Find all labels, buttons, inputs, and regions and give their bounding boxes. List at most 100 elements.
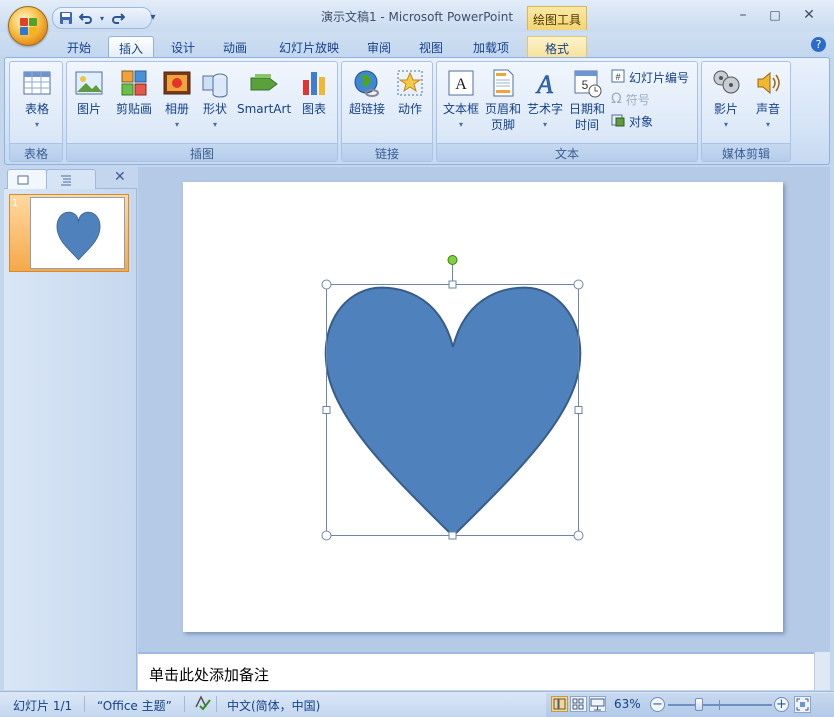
tab-view[interactable]: 视图 [410, 36, 452, 58]
action-label: 动作 [397, 102, 422, 116]
picture-button[interactable]: 图片 [71, 68, 107, 117]
outline-tab[interactable] [46, 169, 96, 189]
tab-addins[interactable]: 加载项 [464, 36, 518, 58]
svg-text:5: 5 [582, 78, 589, 92]
language-indicator[interactable]: 中文(简体，中国) [227, 697, 320, 714]
close-button[interactable]: ✕ [794, 4, 824, 26]
calendar-clock-icon: 5 [572, 68, 602, 98]
symbol-label: 符号 [625, 92, 650, 107]
spellcheck-icon[interactable] [194, 695, 212, 714]
slides-tab[interactable] [7, 169, 47, 189]
zoom-slider-thumb[interactable] [694, 698, 703, 711]
minimize-button[interactable]: – [728, 4, 758, 26]
fit-window-icon [796, 698, 809, 711]
resize-handle-right [574, 406, 583, 414]
slideshow-button[interactable] [589, 696, 606, 712]
heart-shape [324, 286, 582, 538]
tab-format[interactable]: 格式 [527, 36, 587, 58]
help-icon[interactable]: ? [811, 37, 826, 52]
slide-sorter-button[interactable] [570, 696, 587, 712]
hyperlink-button[interactable]: 超链接 [346, 68, 388, 117]
header-footer-label-2: 页脚 [490, 118, 515, 132]
tab-review[interactable]: 审阅 [358, 36, 400, 58]
wordart-button[interactable]: A 艺术字 ▾ [525, 68, 565, 133]
smartart-button[interactable]: SmartArt [237, 68, 291, 117]
normal-view-icon [553, 698, 566, 710]
normal-view-button[interactable] [551, 696, 568, 712]
slide-number-label: 幻灯片编号 [629, 70, 690, 85]
zoom-slider-track[interactable] [668, 704, 772, 706]
maximize-button[interactable]: □ [760, 4, 790, 26]
zoom-level[interactable]: 63% [614, 697, 641, 711]
fit-to-window-button[interactable] [794, 696, 811, 713]
photo-album-label: 相册 [164, 102, 189, 116]
panel-tabs: ✕ [4, 167, 137, 189]
movie-button[interactable]: 影片 ▾ [706, 68, 746, 133]
chart-button[interactable]: 图表 [295, 68, 333, 117]
symbol-button[interactable]: Ω 符号 [611, 90, 650, 108]
slide-thumbnail-icon [17, 175, 29, 185]
group-label-text: 文本 [437, 143, 697, 161]
table-button[interactable]: 表格 ▾ [16, 68, 58, 133]
slide-counter: 幻灯片 1/1 [13, 699, 73, 713]
textbox-icon: A [446, 68, 476, 98]
notes-scrollbar[interactable] [814, 652, 830, 690]
table-label: 表格 [24, 102, 49, 116]
close-panel-icon[interactable]: ✕ [114, 169, 126, 185]
table-icon [22, 68, 52, 98]
chart-icon [299, 68, 329, 98]
contextual-tab-group-label: 绘图工具 [527, 6, 587, 30]
picture-label: 图片 [76, 102, 101, 116]
sound-label: 声音 [755, 102, 780, 116]
action-button[interactable]: 动作 [392, 68, 428, 117]
tab-slideshow[interactable]: 幻灯片放映 [272, 36, 346, 58]
header-footer-label-1: 页眉和 [484, 102, 521, 116]
status-bar: 幻灯片 1/1 “Office 主题” 中文(简体，中国) 63% − + [0, 691, 834, 717]
office-button[interactable] [8, 6, 48, 46]
slide-thumbnail-number: 1 [12, 198, 19, 209]
smartart-label: SmartArt [237, 102, 292, 116]
textbox-button[interactable]: A 文本框 ▾ [441, 68, 481, 133]
slide-thumbnail[interactable] [30, 197, 125, 269]
slide-svg [321, 255, 584, 541]
zoom-in-button[interactable]: + [774, 697, 789, 712]
slide-canvas[interactable] [183, 182, 783, 632]
tab-insert[interactable]: 插入 [108, 36, 154, 58]
sound-button[interactable]: 声音 ▾ [748, 68, 788, 133]
photo-album-icon [162, 68, 192, 98]
action-star-icon [395, 68, 425, 98]
speaker-icon [753, 68, 783, 98]
office-logo-icon [20, 18, 38, 36]
textbox-label: 文本框 [442, 102, 479, 116]
group-text: A 文本框 ▾ 页眉和 页脚 A 艺术字 ▾ 5 日期和 时间 # 幻灯片编号 … [436, 61, 698, 162]
theme-name[interactable]: “Office 主题” [97, 697, 172, 714]
notes-pane[interactable]: 单击此处添加备注 [138, 652, 814, 690]
object-button[interactable]: 对象 [611, 112, 653, 130]
smartart-icon [249, 68, 279, 98]
datetime-button[interactable]: 5 日期和 时间 [567, 68, 607, 133]
outline-icon [61, 175, 71, 186]
hyperlink-label: 超链接 [348, 102, 385, 116]
slide-number-button[interactable]: # 幻灯片编号 [611, 68, 689, 86]
clipart-icon [119, 68, 149, 98]
header-footer-button[interactable]: 页眉和 页脚 [483, 68, 523, 133]
resize-handle-bl [321, 530, 332, 541]
resize-handle-top [448, 280, 457, 289]
tab-design[interactable]: 设计 [162, 36, 204, 58]
shapes-button[interactable]: 形状 ▾ [197, 68, 233, 133]
datetime-label-2: 时间 [574, 118, 599, 132]
tab-home[interactable]: 开始 [58, 36, 100, 58]
group-label-media: 媒体剪辑 [702, 143, 790, 161]
group-illustrations: 图片 剪贴画 相册 ▾ 形状 ▾ SmartArt 图表 插图 [66, 61, 338, 162]
clipart-button[interactable]: 剪贴画 [111, 68, 157, 117]
slideshow-icon [590, 698, 605, 711]
header-footer-icon [488, 68, 518, 98]
resize-handle-br [573, 530, 584, 541]
slide-sorter-icon [572, 698, 584, 710]
zoom-out-button[interactable]: − [650, 697, 665, 712]
resize-handle-tr [573, 279, 584, 290]
shapes-icon [200, 68, 230, 98]
tab-animations[interactable]: 动画 [214, 36, 256, 58]
ribbon: 表格 ▾ 表格 图片 剪贴画 相册 ▾ 形状 ▾ SmartArt 图表 插图 … [4, 57, 830, 165]
photo-album-button[interactable]: 相册 ▾ [159, 68, 195, 133]
